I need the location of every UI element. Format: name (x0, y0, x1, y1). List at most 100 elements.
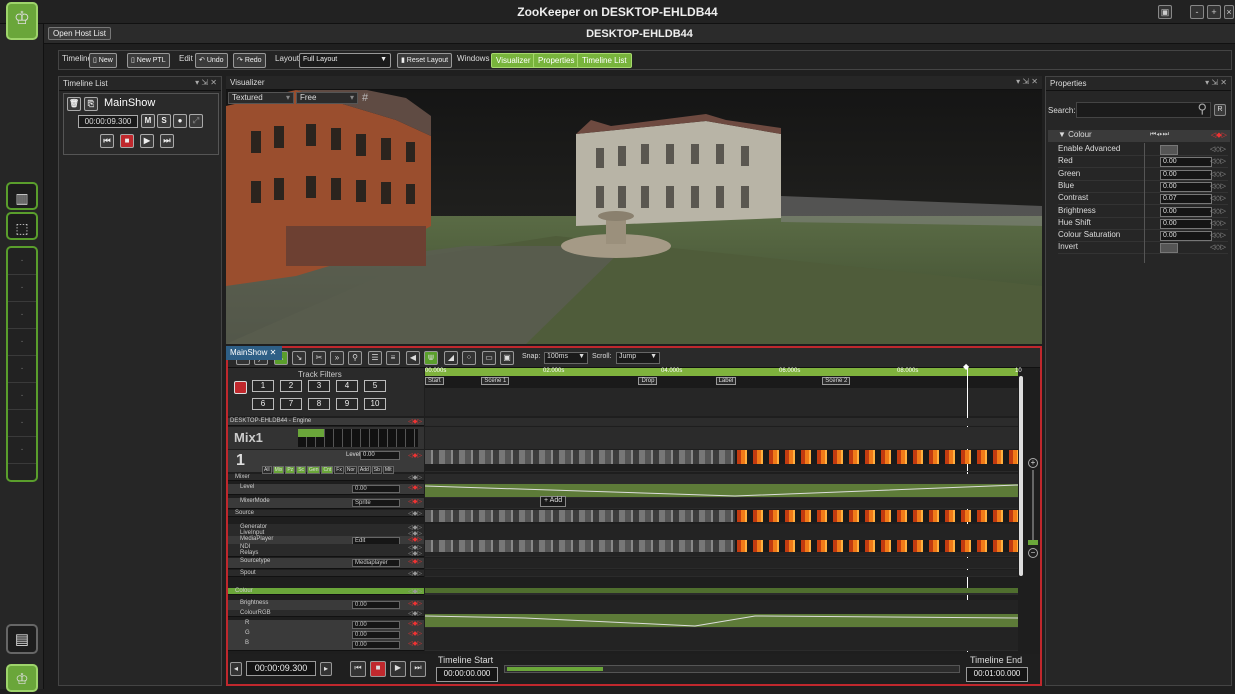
play-icon[interactable]: ▶ (390, 661, 406, 677)
keyframe-icon[interactable]: ◁◆▷ (408, 588, 422, 595)
redo-button[interactable]: ↷ Redo (233, 53, 266, 68)
track-filter-button[interactable]: 3 (308, 380, 330, 392)
property-value[interactable]: 0.00 (1160, 181, 1212, 192)
slot-2[interactable]: · (8, 275, 36, 302)
monitor-icon[interactable]: ▭ (482, 351, 496, 365)
properties-search-input[interactable]: ⚲ (1076, 101, 1211, 118)
colour-lane[interactable] (425, 588, 1018, 594)
track-filter-button[interactable]: 6 (252, 398, 274, 410)
close-button[interactable]: × (1224, 5, 1234, 19)
track-row[interactable]: Mixer ◁◆▷ (228, 474, 424, 481)
slot-3[interactable]: · (8, 302, 36, 329)
magnet-icon[interactable]: ⋓ (424, 351, 438, 365)
list-icon[interactable]: ☰ (368, 351, 382, 365)
keyframe-icon[interactable]: ◁◇▷ (1210, 207, 1226, 215)
track-lane[interactable] (425, 498, 1018, 509)
keyframe-icon[interactable]: ◁◆▷ (408, 558, 422, 565)
keyframe-nav-icon[interactable]: ⏮◂▸⏭ (1150, 131, 1169, 139)
horizontal-scrollbar[interactable] (504, 665, 960, 673)
new-ptl-button[interactable]: ▯ New PTL (127, 53, 170, 68)
blend-tab[interactable]: Gen (307, 466, 321, 474)
scroll-select[interactable]: Jump ▼ (616, 352, 660, 364)
property-value[interactable]: 0.00 (1160, 169, 1212, 180)
keyframe-icon[interactable]: ◁◆▷ (408, 620, 422, 627)
keyframe-icon[interactable]: ◁◆▷ (408, 474, 422, 481)
tab-mainshow[interactable]: MainShow ✕ (226, 346, 282, 360)
slot-1[interactable]: · (8, 248, 36, 275)
keyframe-icon[interactable]: ◁◆▷ (408, 484, 422, 491)
keyframe-icon[interactable]: ◁◆▷ (408, 452, 422, 459)
keyframe-icon[interactable]: ◁◆▷ (408, 610, 422, 617)
blend-tab[interactable]: Sc (296, 466, 307, 474)
track-value[interactable]: 0.00 (352, 601, 400, 609)
track-value[interactable]: 0.00 (352, 641, 400, 649)
mixer-lane[interactable] (425, 474, 1018, 484)
zoom-icon[interactable]: ⚲ (348, 351, 362, 365)
track-lane[interactable] (425, 570, 1018, 577)
engine-lane[interactable] (425, 418, 1018, 426)
cue-marker[interactable]: Scene 1 (481, 377, 510, 385)
media-clip-b[interactable] (735, 540, 1018, 552)
columns-view-icon[interactable]: ▥ (6, 182, 38, 210)
audio-icon[interactable]: ◀ (406, 351, 420, 365)
cue-marker[interactable]: Scene 2 (822, 377, 851, 385)
render-mode-select[interactable]: Textured ▾ (228, 92, 294, 104)
track-row[interactable]: MixerMode Sprite ◁◆▷ (228, 498, 424, 509)
mute-button[interactable]: M (141, 114, 155, 128)
visualizer-window-button[interactable]: Visualizer (491, 53, 536, 68)
panel-controls-icon[interactable]: ▾ ⇲ ✕ (195, 78, 217, 87)
mix-lane[interactable] (425, 427, 1018, 449)
track-filter-button[interactable]: 9 (336, 398, 358, 410)
layout-select[interactable]: Full Layout ▼ (299, 53, 391, 68)
level-automation-lane[interactable] (424, 484, 1019, 498)
undo-button[interactable]: ↶ Undo (195, 53, 228, 68)
solo-button[interactable]: S (157, 114, 171, 128)
source-clip-b[interactable] (735, 510, 1018, 522)
step-forward-icon[interactable]: ▸ (320, 662, 332, 676)
track-row[interactable]: Relays ◁◆▷ (228, 550, 424, 557)
track-filter-button[interactable]: 8 (308, 398, 330, 410)
keyframe-icon[interactable]: ◁◇▷ (1210, 157, 1226, 165)
layer-1-lane[interactable] (425, 450, 1018, 472)
media-clip-a[interactable] (425, 540, 735, 552)
mainshow-card[interactable]: 🗑 ⎘ MainShow 00:00:09.300 M S ● ⤢ ⏮ ■ ▶ … (63, 93, 219, 155)
zoom-in-icon[interactable]: + (1028, 458, 1038, 468)
track-filter-button[interactable]: 2 (280, 380, 302, 392)
clip-thumbnails-a[interactable] (425, 450, 735, 464)
track-filter-button[interactable]: 10 (364, 398, 386, 410)
host-icon[interactable]: ♔ (6, 664, 38, 692)
cue-marker[interactable]: Drop (638, 377, 658, 385)
source-lane[interactable] (425, 510, 1018, 522)
track-filter-button[interactable]: 7 (280, 398, 302, 410)
layers-icon[interactable]: ≡ (386, 351, 400, 365)
panel-controls-icon[interactable]: ▾ ⇲ ✕ (1016, 77, 1038, 86)
slot-5[interactable]: · (8, 356, 36, 383)
keyframe-icon[interactable]: ◁◆▷ (408, 640, 422, 647)
close-icon[interactable]: ✕ (270, 348, 277, 357)
zoom-slider-thumb[interactable] (1028, 540, 1038, 545)
maximize-button[interactable]: + (1207, 5, 1221, 19)
timeline-end-value[interactable]: 00:01:00.000 (966, 667, 1028, 682)
zookeeper-logo-icon[interactable]: ♔ (6, 2, 38, 40)
property-value[interactable]: 0.00 (1160, 157, 1212, 168)
toggle-switch[interactable] (1160, 145, 1178, 155)
keyframe-icon[interactable]: ◁◆▷ (408, 498, 422, 505)
clipboard-icon[interactable]: ▤ (6, 624, 38, 654)
blend-tab[interactable]: Fx (334, 466, 344, 474)
skip-back-icon[interactable]: ⏮ (350, 661, 366, 677)
skip-forward-icon[interactable]: ⏭ (160, 134, 174, 148)
blend-tab[interactable]: Sb (371, 466, 382, 474)
add-keyframe-button[interactable]: + Add (540, 496, 567, 507)
keyframe-icon[interactable]: ◁◇▷ (1210, 194, 1226, 202)
mix-row[interactable]: Mix1 (228, 427, 424, 449)
zoom-out-icon[interactable]: − (1028, 548, 1038, 558)
properties-window-button[interactable]: Properties (533, 53, 580, 68)
playhead-handle-icon[interactable]: ◆ (963, 362, 969, 371)
keyframe-icon[interactable]: ◁◆▷ (408, 600, 422, 607)
keyframe-icon[interactable]: ◁◇▷ (1210, 170, 1226, 178)
layer-1-row[interactable]: 1 Level 0.00 ◁◆▷ All Mix Pz Sc Gen Cnt Fx Nor Ad… (228, 450, 424, 474)
track-row[interactable]: Colour ◁◆▷ (228, 588, 424, 595)
dock-icon[interactable]: ▣ (1158, 5, 1172, 19)
step-back-icon[interactable]: ◂ (230, 662, 242, 676)
track-row[interactable]: Level 0.00 ◁◆▷ (228, 484, 424, 495)
